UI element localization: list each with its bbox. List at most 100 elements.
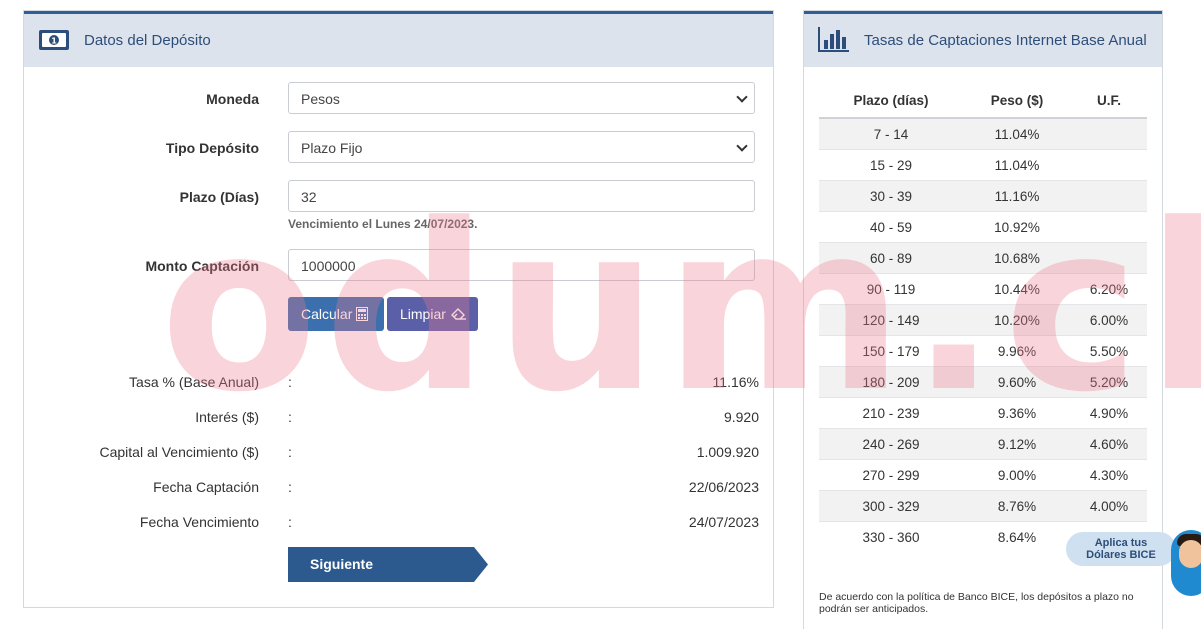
plazo-label: Plazo (Días) [179, 189, 259, 205]
tipo-deposito-select[interactable]: Plazo Fijo [288, 131, 755, 163]
cell-uf: 5.50% [1071, 335, 1147, 367]
siguiente-button[interactable]: Siguiente [288, 547, 488, 582]
promo-bubble[interactable]: Aplica tus Dólares BICE [1066, 532, 1176, 566]
rates-table-row: 270 - 299 9.00% 4.30% [819, 459, 1147, 491]
rates-table-row: 210 - 239 9.36% 4.90% [819, 397, 1147, 429]
result-label: Fecha Vencimiento [139, 514, 259, 530]
cell-plazo: 330 - 360 [819, 521, 963, 552]
moneda-select[interactable]: Pesos [288, 82, 755, 114]
rates-table-row: 90 - 119 10.44% 6.20% [819, 273, 1147, 305]
cell-peso: 11.16% [963, 180, 1071, 212]
rates-table-header: Plazo (días) Peso ($) U.F. [819, 83, 1147, 119]
monto-label: Monto Captación [145, 258, 259, 274]
result-colon: : [288, 374, 292, 390]
cell-plazo: 30 - 39 [819, 180, 963, 212]
rates-table-row: 30 - 39 11.16% [819, 180, 1147, 212]
svg-text:1: 1 [51, 37, 57, 46]
siguiente-button-label: Siguiente [310, 556, 374, 572]
cell-uf [1071, 149, 1147, 181]
promo-line2: Dólares BICE [1086, 549, 1156, 561]
result-value: 1.009.920 [696, 444, 759, 460]
result-colon: : [288, 409, 292, 425]
cell-peso: 9.96% [963, 335, 1071, 367]
cell-peso: 8.76% [963, 490, 1071, 522]
eraser-icon [451, 308, 466, 320]
rates-table-row: 240 - 269 9.12% 4.60% [819, 428, 1147, 460]
calcular-button[interactable]: Calcular [288, 297, 384, 331]
dolares-bice-promo[interactable]: Aplica tus Dólares BICE [1066, 530, 1201, 600]
cell-uf: 4.30% [1071, 459, 1147, 491]
tipo-deposito-label: Tipo Depósito [165, 140, 259, 156]
cell-uf [1071, 180, 1147, 212]
cell-peso: 9.00% [963, 459, 1071, 491]
rates-panel-header: Tasas de Captaciones Internet Base Anual [804, 11, 1162, 67]
cell-plazo: 15 - 29 [819, 149, 963, 181]
moneda-label: Moneda [206, 91, 259, 107]
cell-plazo: 40 - 59 [819, 211, 963, 243]
cell-plazo: 90 - 119 [819, 273, 963, 305]
result-label: Interés ($) [195, 409, 259, 425]
result-value: 24/07/2023 [688, 514, 759, 530]
vencimiento-note: Vencimiento el Lunes 24/07/2023. [288, 217, 478, 231]
deposit-panel: 1 Datos del Depósito Moneda Pesos Tipo D… [23, 10, 774, 608]
advisor-avatar [1171, 530, 1201, 596]
cell-uf [1071, 211, 1147, 243]
moneda-select-value: Pesos [301, 91, 340, 107]
cell-plazo: 150 - 179 [819, 335, 963, 367]
rates-table-row: 300 - 329 8.76% 4.00% [819, 490, 1147, 522]
cell-uf: 4.00% [1071, 490, 1147, 522]
cell-uf: 6.00% [1071, 304, 1147, 336]
result-colon: : [288, 444, 292, 460]
rates-table-row: 60 - 89 10.68% [819, 242, 1147, 274]
cell-peso: 11.04% [963, 117, 1071, 150]
cell-peso: 10.44% [963, 273, 1071, 305]
cell-uf: 4.90% [1071, 397, 1147, 429]
col-header-plazo: Plazo (días) [819, 83, 963, 119]
cell-uf: 5.20% [1071, 366, 1147, 398]
cell-uf [1071, 117, 1147, 150]
rates-table-row: 120 - 149 10.20% 6.00% [819, 304, 1147, 336]
result-label: Tasa % (Base Anual) [129, 374, 259, 390]
promo-line1: Aplica tus [1094, 537, 1148, 549]
cell-plazo: 240 - 269 [819, 428, 963, 460]
rates-table-row: 40 - 59 10.92% [819, 211, 1147, 243]
cell-peso: 11.04% [963, 149, 1071, 181]
limpiar-button[interactable]: Limpiar [387, 297, 478, 331]
cell-plazo: 180 - 209 [819, 366, 963, 398]
result-colon: : [288, 514, 292, 530]
result-label: Capital al Vencimiento ($) [99, 444, 259, 460]
rates-table-row: 180 - 209 9.60% 5.20% [819, 366, 1147, 398]
rates-table-row: 150 - 179 9.96% 5.50% [819, 335, 1147, 367]
monto-input[interactable]: 1000000 [288, 249, 755, 281]
plazo-input[interactable]: 32 [288, 180, 755, 212]
cell-peso: 9.12% [963, 428, 1071, 460]
rates-table-row: 15 - 29 11.04% [819, 149, 1147, 181]
chevron-down-icon [736, 91, 748, 103]
cell-peso: 9.36% [963, 397, 1071, 429]
cell-uf: 4.60% [1071, 428, 1147, 460]
monto-input-value: 1000000 [301, 258, 356, 274]
col-header-peso: Peso ($) [963, 83, 1071, 119]
money-bill-icon: 1 [39, 30, 69, 50]
col-header-uf: U.F. [1071, 83, 1147, 119]
result-value: 9.920 [723, 409, 759, 425]
cell-peso: 8.64% [963, 521, 1071, 552]
cell-plazo: 210 - 239 [819, 397, 963, 429]
calculator-icon [356, 307, 368, 321]
chevron-down-icon [736, 140, 748, 152]
deposit-panel-title: Datos del Depósito [84, 32, 211, 49]
cell-plazo: 120 - 149 [819, 304, 963, 336]
cell-peso: 10.92% [963, 211, 1071, 243]
plazo-input-value: 32 [301, 189, 317, 205]
cell-uf: 6.20% [1071, 273, 1147, 305]
rates-table-row: 7 - 14 11.04% [819, 117, 1147, 150]
bar-chart-icon [818, 27, 849, 52]
result-colon: : [288, 479, 292, 495]
cell-plazo: 270 - 299 [819, 459, 963, 491]
result-value: 11.16% [712, 374, 759, 390]
deposit-panel-header: 1 Datos del Depósito [24, 11, 773, 67]
cell-plazo: 300 - 329 [819, 490, 963, 522]
result-label: Fecha Captación [153, 479, 259, 495]
tipo-deposito-select-value: Plazo Fijo [301, 140, 363, 156]
cell-peso: 10.68% [963, 242, 1071, 274]
